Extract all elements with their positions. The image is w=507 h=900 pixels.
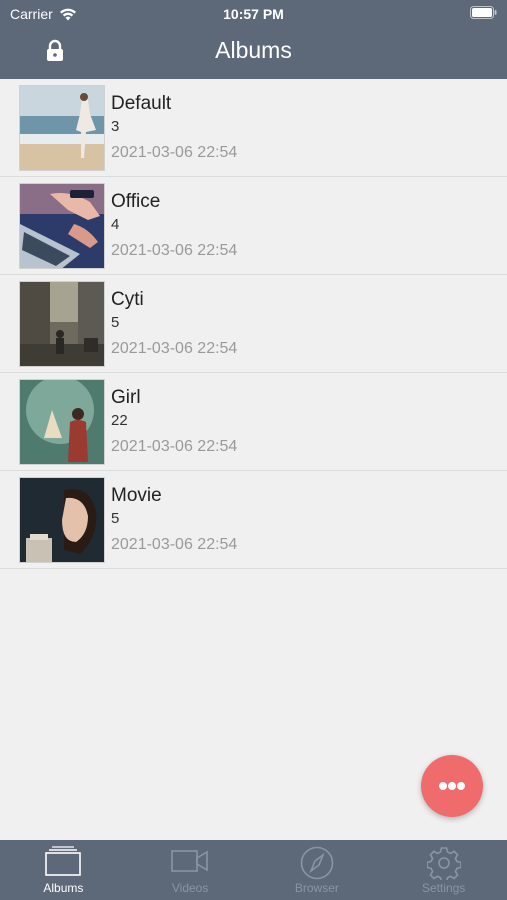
album-row-office[interactable]: Office 4 2021-03-06 22:54	[0, 177, 507, 275]
album-date: 2021-03-06 22:54	[111, 340, 238, 357]
gear-icon	[426, 847, 461, 880]
album-thumbnail	[19, 477, 105, 563]
page-title: Albums	[215, 37, 292, 63]
album-date: 2021-03-06 22:54	[111, 536, 238, 553]
album-row-movie[interactable]: Movie 5 2021-03-06 22:54	[0, 471, 507, 569]
album-name: Cyti	[111, 289, 144, 310]
tab-label: Videos	[171, 881, 209, 895]
album-name: Movie	[111, 485, 162, 506]
album-thumbnail	[19, 379, 105, 465]
albums-icon	[45, 846, 82, 876]
album-count: 4	[111, 216, 120, 233]
album-row-default[interactable]: Default 3 2021-03-06 22:54	[0, 79, 507, 177]
video-camera-icon	[171, 850, 208, 872]
album-date: 2021-03-06 22:54	[111, 144, 238, 161]
compass-icon	[300, 846, 334, 880]
album-count: 5	[111, 510, 120, 527]
album-date: 2021-03-06 22:54	[111, 438, 238, 455]
album-row-girl[interactable]: Girl 22 2021-03-06 22:54	[0, 373, 507, 471]
tab-label: Settings	[421, 881, 466, 895]
album-thumbnail	[19, 85, 105, 171]
album-thumbnail	[19, 183, 105, 269]
tab-label: Albums	[43, 881, 84, 895]
album-count: 22	[111, 412, 128, 429]
album-thumbnail	[19, 281, 105, 367]
status-time: 10:57 PM	[223, 6, 284, 22]
album-name: Office	[111, 191, 161, 212]
more-actions-button[interactable]	[421, 755, 483, 817]
battery-icon	[470, 6, 497, 22]
tab-videos[interactable]: Videos	[127, 840, 254, 900]
album-name: Default	[111, 93, 172, 114]
tab-albums[interactable]: Albums	[0, 840, 127, 900]
top-bar: Carrier 10:57 PM Albums	[0, 0, 507, 79]
album-name: Girl	[111, 387, 141, 408]
tab-bar: Albums Videos Browser Settings	[0, 840, 507, 900]
tab-browser[interactable]: Browser	[254, 840, 381, 900]
tab-label: Browser	[294, 881, 339, 895]
album-count: 5	[111, 314, 120, 331]
album-list: Default 3 2021-03-06 22:54 Office 4 2021…	[0, 79, 507, 569]
album-row-cyti[interactable]: Cyti 5 2021-03-06 22:54	[0, 275, 507, 373]
album-count: 3	[111, 118, 120, 135]
album-date: 2021-03-06 22:54	[111, 242, 238, 259]
tab-settings[interactable]: Settings	[380, 840, 507, 900]
status-bar: Carrier 10:57 PM	[0, 0, 507, 30]
